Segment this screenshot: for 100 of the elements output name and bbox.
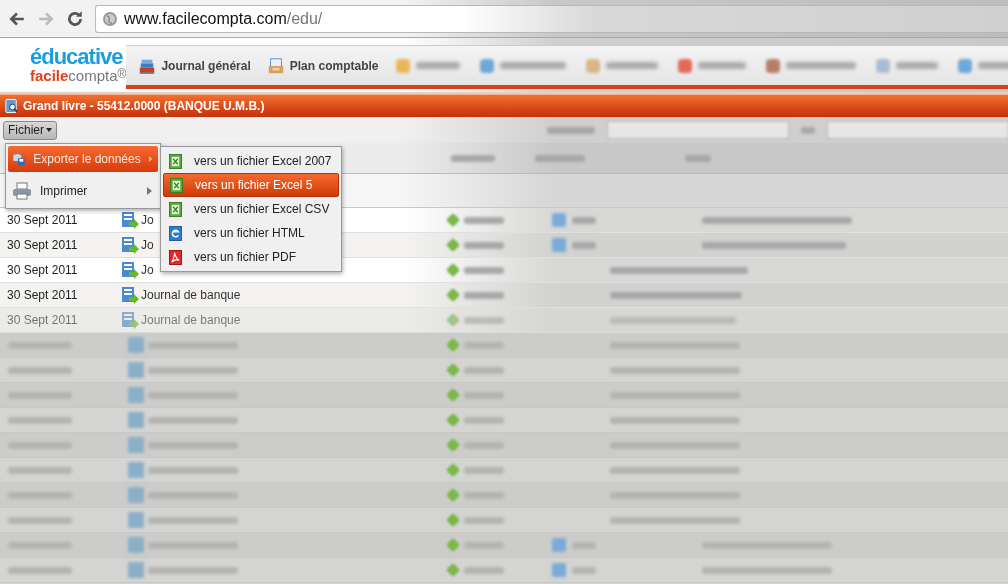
blurred-text	[464, 291, 504, 299]
globe-icon	[102, 10, 118, 27]
window-title: Grand livre - 55412.0000 (BANQUE U.M.B.)	[23, 99, 265, 113]
blurred-text	[535, 154, 585, 162]
blurred-text	[464, 441, 504, 449]
blurred-text	[8, 416, 72, 424]
date-cell-text: 30 Sept 2011	[6, 313, 79, 327]
blurred-text	[572, 241, 596, 249]
menu-item[interactable]: vers un fichier Excel CSV	[163, 197, 339, 221]
blurred-text	[8, 491, 72, 499]
blurred-text	[801, 126, 815, 134]
menu-item[interactable]: vers un fichier Excel 5	[163, 173, 339, 197]
blurred-icon	[445, 312, 461, 328]
journal-icon	[121, 261, 139, 279]
menu-item[interactable]: vers un fichier Excel 2007	[163, 149, 339, 173]
blurred-icon	[445, 287, 461, 303]
ledger-icon	[4, 98, 19, 114]
blurred-text	[464, 466, 504, 474]
blurred-text	[464, 366, 504, 374]
journal-cell: Journal de banque	[141, 288, 241, 302]
blurred-icon	[128, 512, 144, 528]
blurred-text	[464, 216, 504, 224]
blurred-text	[464, 541, 504, 549]
blurred-icon	[128, 487, 144, 503]
blurred-text	[464, 241, 504, 249]
blurred-icon	[445, 537, 461, 553]
blurred-text	[572, 216, 596, 224]
blurred-icon	[445, 387, 461, 403]
nav-tab[interactable]: Plan comptable	[262, 53, 383, 78]
blurred-text	[8, 466, 72, 474]
file-menu-button[interactable]: Fichier	[3, 120, 57, 140]
journal-icon	[121, 236, 139, 254]
blurred-icon	[552, 213, 566, 227]
blurred-text	[572, 541, 596, 549]
url-text: www.facilecompta.com/edu/	[124, 9, 323, 28]
journal-cell: Journal de banque	[141, 313, 241, 327]
blurred-icon	[552, 238, 566, 252]
blurred-text	[8, 516, 72, 524]
blurred-text	[685, 154, 711, 162]
blurred-text	[451, 154, 495, 162]
blurred-text	[8, 391, 72, 399]
blurred-icon	[128, 537, 144, 553]
menu-item[interactable]: vers un fichier HTML	[163, 221, 339, 245]
blurred-text	[8, 366, 72, 374]
date-cell-text: 30 Sept 2011	[6, 263, 79, 277]
blurred-text	[464, 491, 504, 499]
blurred-icon	[445, 437, 461, 453]
blurred-text	[464, 566, 504, 574]
blurred-icon	[128, 412, 144, 428]
blurred-text	[464, 416, 504, 424]
blurred-text	[464, 341, 504, 349]
nav-tab[interactable]: Journal général	[134, 53, 255, 78]
blurred-text	[572, 566, 596, 574]
blurred-icon	[445, 337, 461, 353]
journal-cell: Jo	[141, 238, 154, 252]
blurred-icon	[552, 538, 566, 552]
journal-icon	[121, 311, 139, 329]
blurred-text	[8, 341, 72, 349]
blurred-text	[464, 266, 504, 274]
date-cell-text: 30 Sept 2011	[6, 288, 79, 302]
logo: éducative facilecompta®	[29, 43, 127, 86]
menu-item[interactable]: Imprimer	[8, 176, 158, 206]
spreadsheet-file-icon	[169, 201, 182, 217]
reload-icon[interactable]	[66, 9, 84, 28]
blurred-icon	[445, 512, 461, 528]
blurred-icon	[128, 387, 144, 403]
spreadsheet-file-icon	[170, 177, 183, 193]
blurred-icon	[128, 362, 144, 378]
spreadsheet-file-icon	[169, 153, 182, 169]
blurred-icon	[445, 562, 461, 578]
printer-icon	[12, 181, 32, 201]
blurred-field[interactable]	[607, 121, 789, 139]
blurred-text	[464, 516, 504, 524]
journal-cell: Jo	[141, 263, 154, 277]
journal-icon	[121, 211, 139, 229]
web-file-icon	[169, 225, 182, 241]
blurred-text	[8, 441, 72, 449]
journal-icon	[121, 286, 139, 304]
blurred-icon	[128, 562, 144, 578]
caret-icon	[46, 128, 52, 132]
blurred-text	[8, 541, 72, 549]
blurred-icon	[445, 237, 461, 253]
blurred-icon	[445, 212, 461, 228]
date-cell-text: 30 Sept 2011	[6, 238, 79, 252]
blurred-icon	[552, 563, 566, 577]
blurred-text	[464, 316, 504, 324]
blurred-text	[464, 391, 504, 399]
blurred-icon	[128, 437, 144, 453]
journal-cell: Jo	[141, 213, 154, 227]
address-field[interactable]: www.facilecompta.com/edu/	[95, 4, 1008, 33]
blurred-icon	[445, 362, 461, 378]
blurred-field[interactable]	[827, 121, 1008, 139]
blurred-icon	[445, 412, 461, 428]
menu-item[interactable]: vers un fichier PDF	[163, 245, 339, 269]
blurred-icon	[445, 487, 461, 503]
blurred-icon	[445, 262, 461, 278]
blurred-icon	[445, 462, 461, 478]
pdf-file-icon	[169, 249, 182, 265]
tray-icon	[266, 56, 285, 75]
blurred-text	[8, 566, 72, 574]
